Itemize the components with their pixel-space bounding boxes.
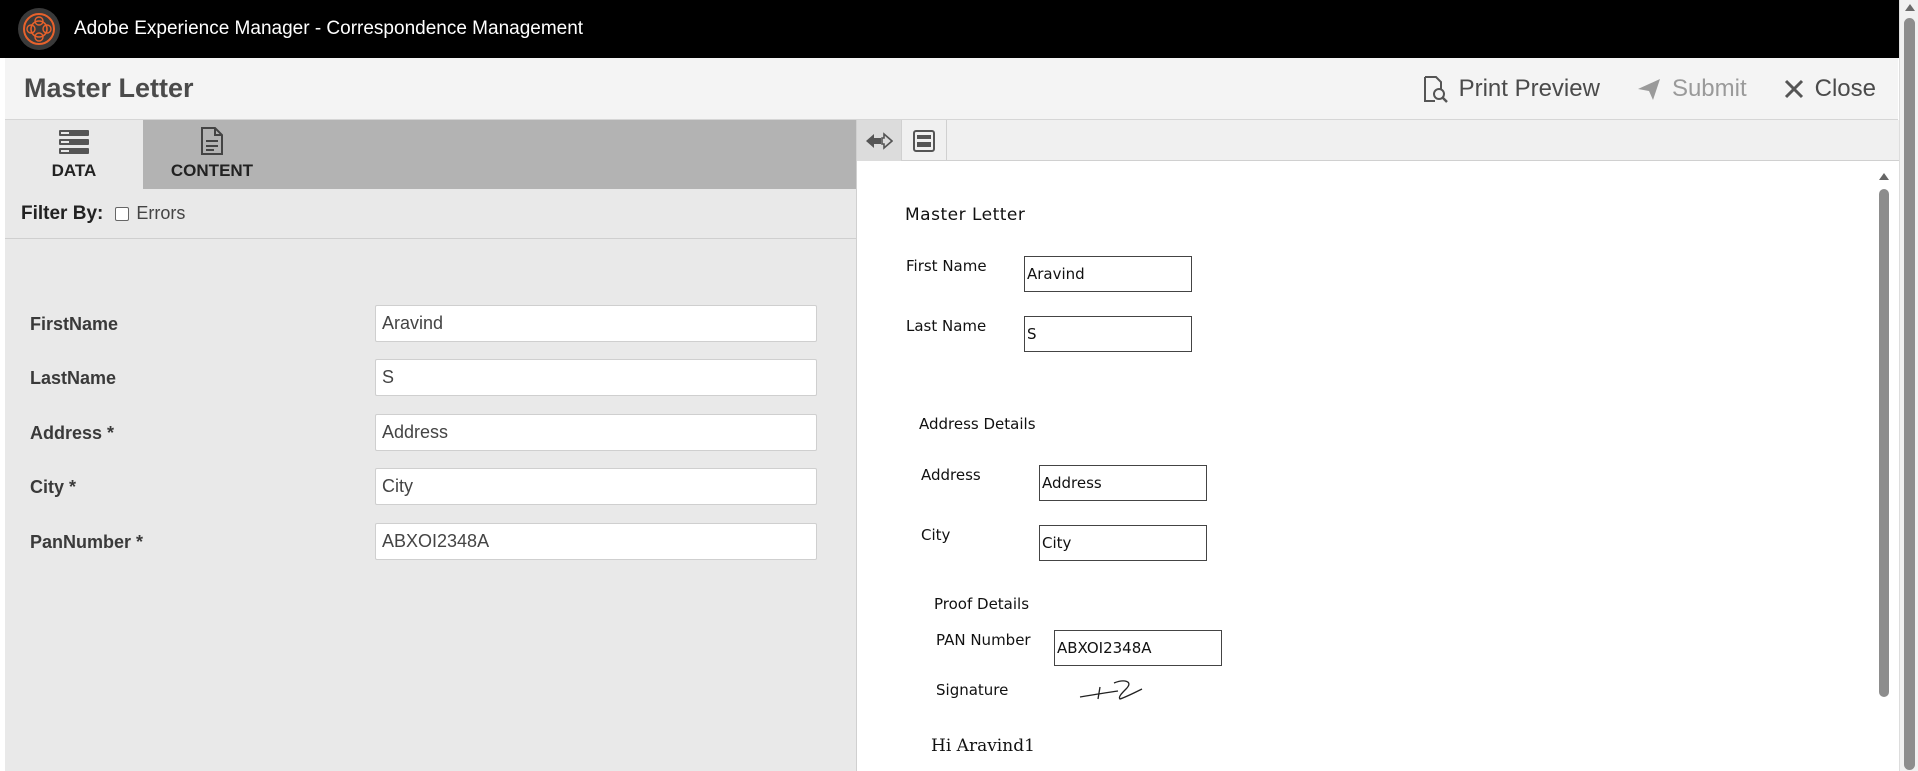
preview-pan-label: PAN Number <box>936 631 1031 649</box>
preview-first-name-label: First Name <box>906 257 987 275</box>
signature-image-icon <box>1079 680 1143 700</box>
preview-panel: Master Letter First Name Aravind Last Na… <box>856 120 1899 771</box>
app-title-bar: Adobe Experience Manager - Correspondenc… <box>0 0 1918 58</box>
proof-details-heading: Proof Details <box>934 595 1030 613</box>
window-scrollbar[interactable] <box>1899 0 1918 771</box>
letter-greeting: Hi Aravind1 <box>931 736 1035 756</box>
address-details-heading: Address Details <box>919 415 1036 433</box>
page-title: Master Letter <box>24 73 194 103</box>
preview-address-field[interactable]: Address <box>1039 465 1207 501</box>
swap-arrows-icon <box>866 131 893 150</box>
filter-label: Filter By: <box>21 202 104 224</box>
errors-checkbox-label: Errors <box>136 203 186 223</box>
pannumber-label: PanNumber * <box>30 532 144 552</box>
address-label: Address * <box>30 423 115 443</box>
close-button[interactable]: Close <box>1783 75 1876 103</box>
lastname-label: LastName <box>30 368 117 388</box>
data-stack-icon <box>59 130 89 154</box>
data-view-button[interactable] <box>902 120 947 161</box>
window-scroll-up-icon[interactable] <box>1905 4 1915 11</box>
form-row-pannumber: PanNumber * <box>5 523 856 560</box>
errors-checkbox[interactable] <box>115 206 130 221</box>
tab-strip: DATA CONTENT <box>5 120 856 189</box>
preview-city-field[interactable]: City <box>1039 525 1207 561</box>
tab-data-label: DATA <box>51 161 97 180</box>
address-input[interactable] <box>375 414 817 451</box>
form-row-city: City * <box>5 468 856 505</box>
preview-last-name-field[interactable]: S <box>1024 316 1192 352</box>
filter-row: Filter By: Errors <box>5 189 856 239</box>
header-actions: Print Preview Submit Close <box>1421 58 1898 120</box>
window-scroll-thumb[interactable] <box>1904 18 1915 770</box>
scroll-up-arrow-icon[interactable] <box>1879 173 1889 180</box>
send-icon <box>1637 79 1660 100</box>
preview-signature-label: Signature <box>936 681 1009 699</box>
pannumber-input[interactable] <box>375 523 817 560</box>
preview-scroll-thumb[interactable] <box>1879 189 1889 697</box>
aem-logo-icon[interactable] <box>18 8 60 50</box>
city-label: City * <box>30 477 77 497</box>
preview-toolbar <box>857 120 1899 161</box>
submit-button[interactable]: Submit <box>1636 75 1747 103</box>
firstname-input[interactable] <box>375 305 817 342</box>
print-preview-icon <box>1423 76 1448 103</box>
tab-data[interactable]: DATA <box>5 120 143 189</box>
preview-address-label: Address <box>921 466 981 484</box>
letter-preview: Master Letter First Name Aravind Last Na… <box>857 161 1899 771</box>
preview-scrollbar[interactable] <box>1878 173 1890 771</box>
form-row-lastname: LastName <box>5 359 856 396</box>
letter-title: Master Letter <box>905 205 1026 225</box>
firstname-label: FirstName <box>30 314 119 334</box>
close-label: Close <box>1814 75 1876 102</box>
app-title: Adobe Experience Manager - Correspondenc… <box>74 18 584 39</box>
preview-last-name-label: Last Name <box>906 317 987 335</box>
lastname-input[interactable] <box>375 359 817 396</box>
submit-label: Submit <box>1671 75 1747 102</box>
data-panel: DATA CONTENT Filter By: Errors FirstName… <box>5 120 856 771</box>
preview-city-label: City <box>921 526 951 544</box>
toggle-panel-button[interactable] <box>857 120 902 161</box>
form-row-firstname: FirstName <box>5 305 856 342</box>
print-preview-button[interactable]: Print Preview <box>1421 75 1600 103</box>
form-layout-icon <box>913 129 935 152</box>
tab-content-label: CONTENT <box>170 161 254 180</box>
preview-first-name-field[interactable]: Aravind <box>1024 256 1192 292</box>
page-header: Master Letter Print Preview Submit Close <box>5 58 1898 120</box>
city-input[interactable] <box>375 468 817 505</box>
preview-pan-field[interactable]: ABXOI2348A <box>1054 630 1222 666</box>
tab-content[interactable]: CONTENT <box>143 120 281 189</box>
close-icon <box>1784 79 1803 99</box>
document-icon <box>201 127 223 155</box>
form-row-address: Address * <box>5 414 856 451</box>
print-preview-label: Print Preview <box>1458 75 1600 102</box>
